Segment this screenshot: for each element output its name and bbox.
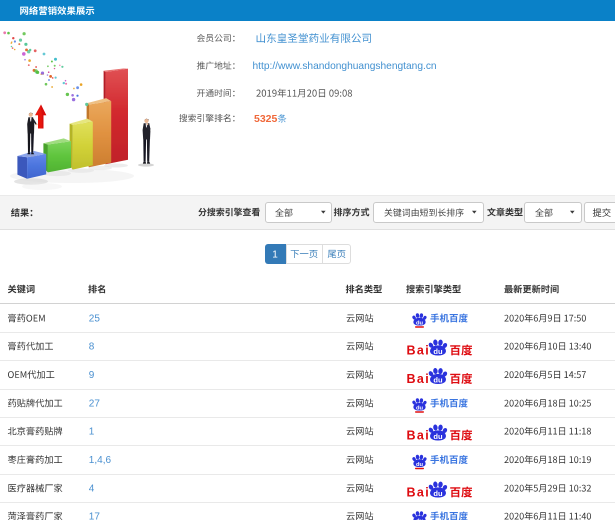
svg-text:Bai: Bai xyxy=(407,486,431,500)
svg-text:du: du xyxy=(416,462,424,468)
svg-text:17: 17 xyxy=(89,512,101,520)
svg-text:du: du xyxy=(433,347,443,356)
svg-text:9: 9 xyxy=(89,370,95,381)
svg-text:5325: 5325 xyxy=(254,113,278,125)
svg-text:du: du xyxy=(433,489,443,498)
svg-text:du: du xyxy=(416,321,424,327)
svg-text:25: 25 xyxy=(89,314,101,325)
svg-text:Bai: Bai xyxy=(407,429,431,443)
svg-text:1: 1 xyxy=(89,427,95,438)
svg-text:du: du xyxy=(433,432,443,441)
svg-text:8: 8 xyxy=(89,342,95,353)
svg-text:http://www.shandonghuangshengt: http://www.shandonghuangshengtang.cn xyxy=(253,61,437,72)
svg-text:27: 27 xyxy=(89,399,101,410)
svg-text:1,4,6: 1,4,6 xyxy=(89,455,112,466)
svg-text:Bai: Bai xyxy=(407,372,431,386)
svg-text:4: 4 xyxy=(89,484,95,495)
svg-text:du: du xyxy=(433,376,443,385)
svg-text:1: 1 xyxy=(272,250,278,261)
svg-text:Bai: Bai xyxy=(407,344,431,358)
svg-text:du: du xyxy=(416,406,424,412)
